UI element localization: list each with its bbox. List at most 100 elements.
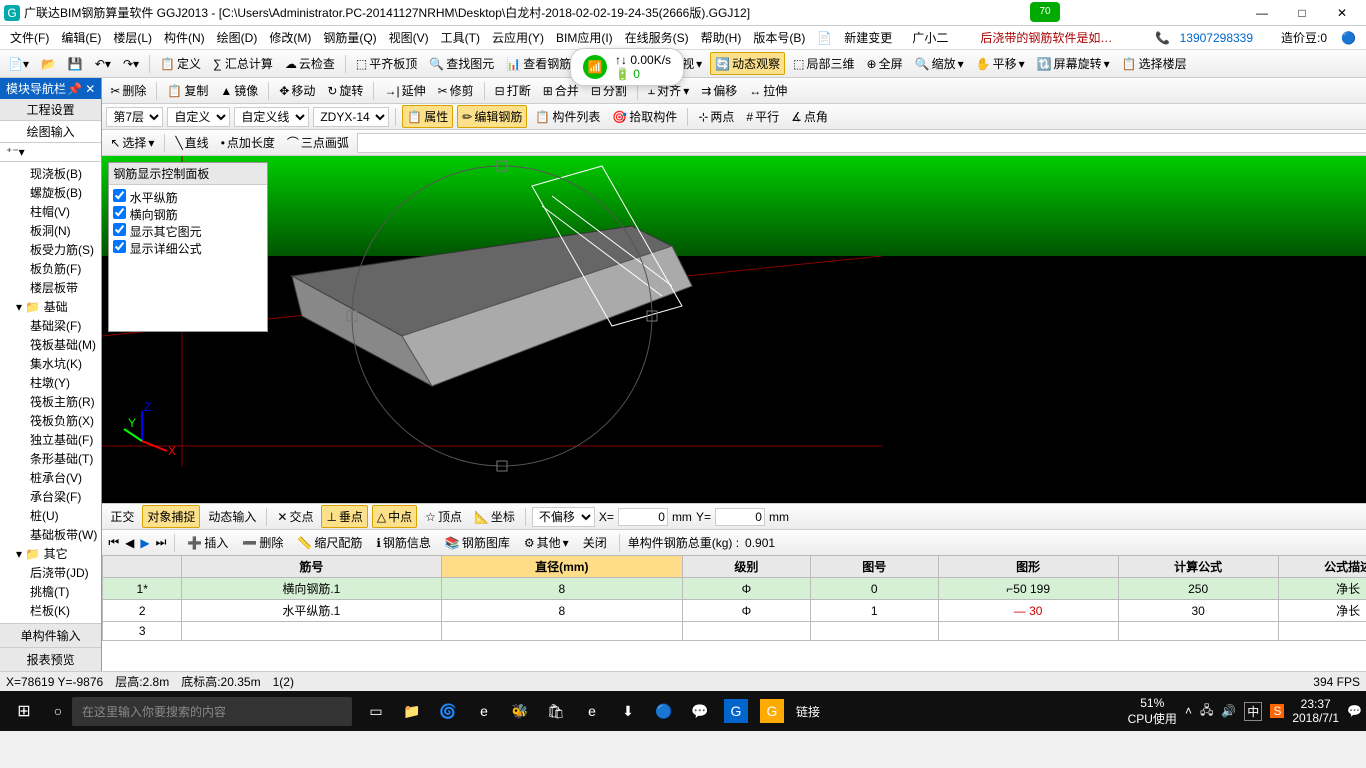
app-icon[interactable]: G bbox=[760, 699, 784, 723]
osnap-toggle[interactable]: 对象捕捉 bbox=[142, 505, 200, 528]
report-preview-button[interactable]: 报表预览 bbox=[0, 647, 101, 671]
floor-select[interactable]: 第7层 bbox=[106, 107, 163, 127]
app-icon[interactable]: 🐝 bbox=[508, 699, 532, 723]
tree-item[interactable]: 现浇板(B) bbox=[2, 164, 99, 183]
tree-group-other[interactable]: ▾ 📁 其它 bbox=[2, 544, 99, 563]
move-button[interactable]: ✥ 移动 bbox=[275, 80, 319, 101]
search-box[interactable]: 在这里输入你要搜索的内容 bbox=[72, 697, 352, 726]
define-button[interactable]: 📋 定义 bbox=[156, 53, 205, 74]
line-tool[interactable]: ╲ 直线 bbox=[171, 132, 212, 153]
menu-version[interactable]: 版本号(B) bbox=[747, 29, 811, 46]
edit-rebar-button[interactable]: ✏ 编辑钢筋 bbox=[457, 105, 527, 128]
tree-item[interactable]: 板负筋(F) bbox=[2, 259, 99, 278]
tray-net-icon[interactable]: 🖧 bbox=[1200, 701, 1213, 722]
tree-item[interactable]: 柱帽(V) bbox=[2, 202, 99, 221]
rebar-info[interactable]: ℹ 钢筋信息 bbox=[372, 532, 435, 553]
tray-sogou-icon[interactable]: S bbox=[1270, 704, 1284, 718]
attr-button[interactable]: 📋 属性 bbox=[402, 105, 453, 128]
app-icon[interactable]: G bbox=[724, 699, 748, 723]
tray-vol-icon[interactable]: 🔊 bbox=[1221, 704, 1236, 718]
menu-component[interactable]: 构件(N) bbox=[158, 29, 211, 46]
nav-first[interactable]: ⏮ bbox=[108, 535, 119, 550]
app-icon[interactable]: 🌀 bbox=[436, 699, 460, 723]
pick-button[interactable]: 🎯 拾取构件 bbox=[608, 106, 681, 127]
coord-snap[interactable]: 📐 坐标 bbox=[470, 506, 519, 527]
tree-item[interactable]: 桩(U) bbox=[2, 506, 99, 525]
pan-button[interactable]: ✋ 平移▾ bbox=[972, 53, 1029, 74]
select-floor-button[interactable]: 📋 选择楼层 bbox=[1118, 53, 1191, 74]
rebar-row[interactable]: 1*横向钢筋.18Φ0⌐50 199250净长250 bbox=[103, 578, 1366, 600]
save-icon[interactable]: 💾 bbox=[64, 55, 87, 73]
rebar-display-panel[interactable]: 钢筋显示控制面板 水平纵筋 横向钢筋 显示其它图元 显示详细公式 bbox=[108, 162, 268, 332]
ie-icon[interactable]: e bbox=[580, 699, 604, 723]
tray-ime-icon[interactable]: 中 bbox=[1244, 702, 1262, 721]
tree-item[interactable]: 栏板(K) bbox=[2, 601, 99, 620]
comp-list-button[interactable]: 📋 构件列表 bbox=[531, 106, 604, 127]
tree-item[interactable]: 基础梁(F) bbox=[2, 316, 99, 335]
menu-draw[interactable]: 绘图(D) bbox=[211, 29, 264, 46]
tree-item[interactable]: 集水坑(K) bbox=[2, 354, 99, 373]
offset-select[interactable]: 不偏移 bbox=[532, 507, 595, 527]
parallel-button[interactable]: # 平行 bbox=[742, 106, 783, 127]
select-tool[interactable]: ↖ 选择▾ bbox=[106, 132, 158, 153]
trim-button[interactable]: ✂ 修剪 bbox=[434, 80, 478, 101]
nav-last[interactable]: ⏭ bbox=[156, 535, 167, 550]
undo-icon[interactable]: ↶▾ bbox=[91, 55, 115, 73]
section-draw[interactable]: 绘图输入 bbox=[0, 121, 101, 143]
dynamic-observe-button[interactable]: 🔄 动态观察 bbox=[710, 52, 785, 75]
3d-viewport[interactable]: Z X Y 钢筋显示控制面板 水平纵筋 横向钢筋 显示其它图元 显示详细公式 bbox=[102, 156, 1366, 503]
app-icon[interactable]: ⬇ bbox=[616, 699, 640, 723]
tree-item[interactable]: 板受力筋(S) bbox=[2, 240, 99, 259]
view-rebar-button[interactable]: 📊 查看钢筋 bbox=[502, 53, 575, 74]
delete-button[interactable]: ✂ 删除 bbox=[106, 80, 150, 101]
mid-snap[interactable]: △ 中点 bbox=[372, 505, 417, 528]
local-3d-button[interactable]: ⬚ 局部三维 bbox=[789, 53, 858, 74]
chk-detail[interactable] bbox=[113, 240, 126, 253]
tree-group-basics[interactable]: ▾ 📁 基础 bbox=[2, 297, 99, 316]
x-input[interactable] bbox=[618, 508, 668, 526]
point-length-tool[interactable]: • 点加长度 bbox=[217, 132, 279, 153]
redo-icon[interactable]: ↷▾ bbox=[119, 55, 143, 73]
perp-snap[interactable]: ⊥ 垂点 bbox=[321, 505, 367, 528]
menu-cloud[interactable]: 云应用(Y) bbox=[486, 29, 550, 46]
edge-icon[interactable]: e bbox=[472, 699, 496, 723]
dyninput-toggle[interactable]: 动态输入 bbox=[204, 506, 260, 527]
menu-view[interactable]: 视图(V) bbox=[383, 29, 435, 46]
vertex-snap[interactable]: ☆ 顶点 bbox=[421, 506, 466, 527]
extend-button[interactable]: →| 延伸 bbox=[380, 80, 429, 101]
chk-horiz[interactable] bbox=[113, 189, 126, 202]
menu-file[interactable]: 文件(F) bbox=[4, 29, 55, 46]
other-menu[interactable]: ⚙ 其他▾ bbox=[520, 532, 573, 553]
point-angle-button[interactable]: ∡ 点角 bbox=[787, 106, 832, 127]
align-slab-button[interactable]: ⬚ 平齐板顶 bbox=[352, 53, 421, 74]
delete-row[interactable]: ➖ 删除 bbox=[238, 532, 287, 553]
tree-item[interactable]: 板洞(N) bbox=[2, 221, 99, 240]
screen-rotate-button[interactable]: 🔃 屏幕旋转▾ bbox=[1033, 53, 1114, 74]
xpoint-snap[interactable]: ✕ 交点 bbox=[273, 506, 317, 527]
tree-toggle-icon[interactable]: ⁺⁻▾ bbox=[6, 145, 25, 159]
cortana-icon[interactable]: ○ bbox=[46, 699, 70, 723]
mirror-button[interactable]: ▲ 镜像 bbox=[216, 80, 262, 101]
phone-number[interactable]: 📞 13907298339 bbox=[1149, 31, 1265, 45]
stretch-button[interactable]: ↔ 拉伸 bbox=[745, 80, 791, 101]
new-icon[interactable]: 📄▾ bbox=[4, 55, 33, 73]
tree-item[interactable]: 挑檐(T) bbox=[2, 582, 99, 601]
app-icon[interactable]: 🔵 bbox=[652, 699, 676, 723]
menu-rebar[interactable]: 钢筋量(Q) bbox=[317, 29, 382, 46]
tree-item[interactable]: 筏板基础(M) bbox=[2, 335, 99, 354]
minimize-button[interactable]: — bbox=[1242, 6, 1282, 20]
component-select[interactable]: ZDYX-14 bbox=[313, 107, 389, 127]
tree-item[interactable]: 基础板带(W) bbox=[2, 525, 99, 544]
start-button[interactable]: ⊞ bbox=[4, 701, 44, 721]
explorer-icon[interactable]: 📁 bbox=[400, 699, 424, 723]
rebar-row[interactable]: 3 bbox=[103, 622, 1366, 641]
open-icon[interactable]: 📂 bbox=[37, 55, 60, 73]
tree-item[interactable]: 承台梁(F) bbox=[2, 487, 99, 506]
break-button[interactable]: ⊟ 打断 bbox=[491, 80, 535, 101]
menu-floor[interactable]: 楼层(L) bbox=[107, 29, 158, 46]
wechat-icon[interactable]: 💬 bbox=[688, 699, 712, 723]
menu-help[interactable]: 帮助(H) bbox=[695, 29, 748, 46]
menu-bim[interactable]: BIM应用(I) bbox=[550, 29, 619, 46]
menu-tools[interactable]: 工具(T) bbox=[435, 29, 486, 46]
maximize-button[interactable]: □ bbox=[1282, 6, 1322, 20]
